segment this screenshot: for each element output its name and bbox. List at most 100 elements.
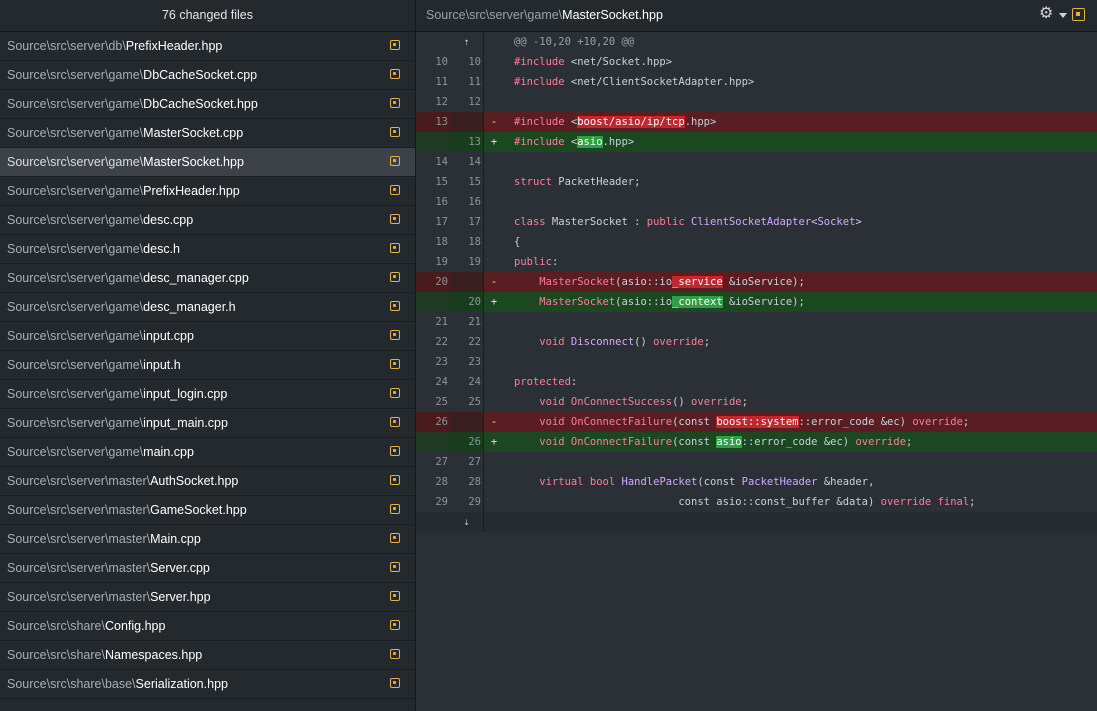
modified-icon (390, 649, 400, 659)
code-token: (const (672, 416, 717, 428)
file-name: Server.hpp (150, 590, 211, 604)
file-name: input_login.cpp (143, 387, 228, 401)
file-list-item[interactable]: Source\src\server\game\ desc.cpp (0, 206, 415, 235)
modified-icon (390, 446, 400, 456)
code-token: override (855, 436, 907, 448)
file-name: Serialization.hpp (135, 677, 228, 691)
new-line-number: 12 (450, 92, 484, 112)
expand-down-row[interactable]: ⇣ (416, 512, 1097, 532)
file-list-item[interactable]: Source\src\server\master\ Server.cpp (0, 554, 415, 583)
diff-sign (484, 492, 504, 512)
file-list-item[interactable]: Source\src\server\game\ input_main.cpp (0, 409, 415, 438)
diff-sign (484, 372, 504, 392)
file-list-item[interactable]: Source\src\server\master\ GameSocket.hpp (0, 496, 415, 525)
diff-sign: - (490, 416, 498, 428)
code-token: Socket (817, 216, 856, 228)
code-token: MasterSocket (539, 276, 616, 288)
code-token: override (653, 336, 704, 348)
old-line-number (416, 432, 450, 452)
file-name: Main.cpp (150, 532, 201, 546)
file-list-item[interactable]: Source\src\server\game\ desc_manager.h (0, 293, 415, 322)
hunk-header: @@ -10,20 +10,20 @@ (514, 36, 635, 48)
diff-line-ctx: 17 17 class MasterSocket : public ClientSo… (416, 212, 1097, 232)
file-list-item[interactable]: Source\src\share\base\ Serialization.hpp (0, 670, 415, 699)
file-list-item[interactable]: Source\src\server\game\ input.h (0, 351, 415, 380)
file-list-item[interactable]: Source\src\server\game\ MasterSocket.hpp (0, 148, 415, 177)
file-dir: Source\src\server\game\ (7, 358, 144, 372)
file-list-item[interactable]: Source\src\server\game\ DbCacheSocket.cpp (0, 61, 415, 90)
modified-icon (390, 127, 400, 137)
file-name: desc_manager.cpp (143, 271, 249, 285)
changed-files-count: 76 changed files (0, 0, 415, 32)
old-line-number: 23 (416, 352, 450, 372)
code-text: void OnConnectFailure(const boost::syste… (504, 412, 1097, 432)
file-dir: Source\src\server\game\ (7, 68, 144, 82)
diff-line-ctx: 15 15 struct PacketHeader; (416, 172, 1097, 192)
old-line-number (416, 132, 450, 152)
diff-line-ctx: 11 11 #include <net/ClientSocketAdapter.hp… (416, 72, 1097, 92)
old-line-number: 17 (416, 212, 450, 232)
code-token: OnConnectSuccess (570, 396, 673, 408)
file-list-item[interactable]: Source\src\share\ Config.hpp (0, 612, 415, 641)
old-line-number: 16 (416, 192, 450, 212)
file-dir: Source\src\share\ (7, 648, 105, 662)
file-path-dir: Source\src\server\game\ (426, 8, 563, 22)
code-token: <net/ClientSocketAdapter.hpp> (570, 76, 755, 88)
file-dir: Source\src\server\master\ (7, 561, 151, 575)
file-list-item[interactable]: Source\src\server\game\ main.cpp (0, 438, 415, 467)
file-list-item[interactable]: Source\src\server\game\ desc.h (0, 235, 415, 264)
file-list-item[interactable]: Source\src\share\ Namespaces.hpp (0, 641, 415, 670)
code-token: override (912, 416, 963, 428)
file-list-item[interactable]: Source\src\server\game\ desc_manager.cpp (0, 264, 415, 293)
diff-line-add: 13 + #include <asio.hpp> (416, 132, 1097, 152)
file-list-item[interactable]: Source\src\server\db\ PrefixHeader.hpp (0, 32, 415, 61)
gear-icon[interactable]: ⚙ (1039, 6, 1055, 22)
file-list-item[interactable]: Source\src\server\game\ MasterSocket.cpp (0, 119, 415, 148)
modified-icon (390, 40, 400, 50)
modified-icon (390, 359, 400, 369)
file-list-item[interactable]: Source\src\server\game\ DbCacheSocket.hpp (0, 90, 415, 119)
code-token: const asio::const_buffer &data) (514, 496, 881, 508)
file-dir: Source\src\server\db\ (7, 39, 126, 53)
file-list-item[interactable]: Source\src\server\game\ input_login.cpp (0, 380, 415, 409)
code-text: #include <net/Socket.hpp> (504, 52, 1097, 72)
new-line-number: 10 (450, 52, 484, 72)
file-list-item[interactable]: Source\src\server\game\ PrefixHeader.hpp (0, 177, 415, 206)
modified-icon (390, 620, 400, 630)
old-line-number: 25 (416, 392, 450, 412)
diff-line-del: 20 - MasterSocket(asio::io_service &ioSer… (416, 272, 1097, 292)
code-token: (asio::io (615, 276, 673, 288)
diff-line-ctx: 25 25 void OnConnectSuccess() override; (416, 392, 1097, 412)
file-list-item[interactable]: Source\src\server\master\ AuthSocket.hpp (0, 467, 415, 496)
code-token: MasterSocket (539, 296, 616, 308)
diff-sign: - (490, 276, 498, 288)
diff-line-ctx: 14 14 (416, 152, 1097, 172)
file-list-item[interactable]: Source\src\server\master\ Server.hpp (0, 583, 415, 612)
diff-line-ctx: 23 23 (416, 352, 1097, 372)
file-dir: Source\src\server\game\ (7, 387, 144, 401)
code-token: boost/asio/ip/tcp (577, 116, 685, 128)
file-list-item[interactable]: Source\src\server\master\ Main.cpp (0, 525, 415, 554)
old-line-number: 21 (416, 312, 450, 332)
old-line-number: 14 (416, 152, 450, 172)
code-token: HandlePacket (621, 476, 698, 488)
new-line-number: 28 (450, 472, 484, 492)
expand-up-button[interactable] (416, 32, 450, 52)
modified-icon (390, 330, 400, 340)
chevron-down-icon[interactable] (1059, 13, 1067, 18)
modified-icon (390, 417, 400, 427)
new-line-number (450, 412, 484, 432)
diff-header: Source\src\server\game\MasterSocket.hpp … (416, 0, 1097, 32)
file-dir: Source\src\server\game\ (7, 155, 144, 169)
code-token: : (551, 256, 559, 268)
file-name: input_main.cpp (143, 416, 228, 430)
code-token: (asio::io (615, 296, 673, 308)
expand-up-icon[interactable]: ⇡ (463, 37, 469, 48)
file-list-item[interactable]: Source\src\server\game\ input.cpp (0, 322, 415, 351)
diff-line-ctx: 12 12 (416, 92, 1097, 112)
code-text: virtual bool HandlePacket(const PacketHe… (504, 472, 1097, 492)
code-text: MasterSocket(asio::io_service &ioService… (504, 272, 1097, 292)
expand-down-icon[interactable]: ⇣ (463, 517, 469, 528)
